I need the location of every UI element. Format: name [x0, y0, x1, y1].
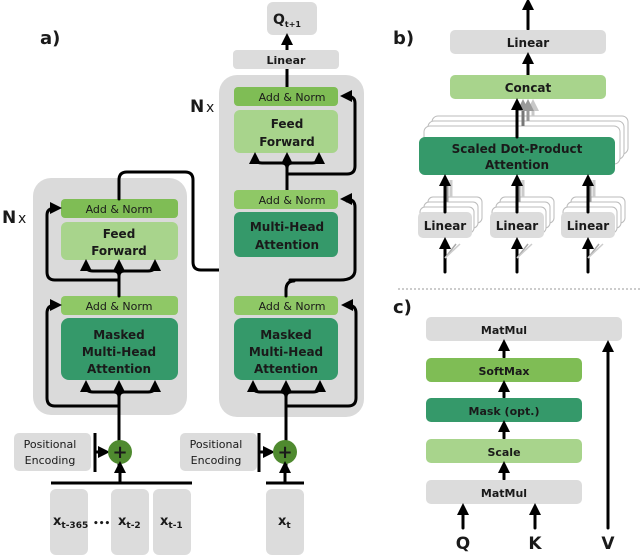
encoder-add-norm-bottom-label: Add & Norm [86, 300, 153, 313]
b-attention-line1: Scaled Dot-Product [452, 142, 583, 156]
panel-c: c) MatMul SoftMax Mask (opt.) Scale MatM… [393, 297, 622, 554]
decoder-repeat-n: N [190, 97, 204, 117]
encoder-pe-line1: Positional [24, 438, 77, 451]
decoder-add-norm-3-label: Add & Norm [259, 300, 326, 313]
c-input-q: Q [456, 534, 470, 554]
c-scale-label: Scale [487, 446, 520, 459]
c-mask-label: Mask (opt.) [469, 405, 540, 418]
panel-b: b) Linear Concat Scaled Dot-Product Atte… [393, 0, 629, 274]
encoder-repeat-x: x [18, 211, 26, 227]
b-linear-stack-3: Linear [561, 174, 626, 274]
encoder-mha-line3: Attention [87, 362, 151, 376]
encoder-mha-line1: Masked [93, 328, 145, 342]
decoder-stack: N x Qt+1 Linear Add & Norm Feed Forward … [180, 2, 364, 555]
b-attention-line2: Attention [485, 158, 549, 172]
b-linear-stack-1: Linear [418, 174, 483, 274]
decoder-ff-line2: Forward [259, 135, 315, 149]
c-matmul-bottom-label: MatMul [481, 487, 527, 500]
panel-c-label: c) [393, 297, 412, 318]
encoder-mha-line2: Multi-Head [82, 345, 156, 359]
transformer-diagram: a) N x Add & Norm Feed Forward Add & Nor… [2, 0, 640, 555]
encoder-ff-line1: Feed [103, 227, 136, 241]
encoder-pe-line2: Encoding [25, 454, 76, 467]
b-linear-2-label: Linear [496, 219, 539, 233]
decoder-attn-line1: Multi-Head [250, 220, 324, 234]
c-input-k: K [528, 534, 542, 554]
b-linear-stack-2: Linear [490, 174, 555, 274]
decoder-mha-line3: Attention [254, 362, 318, 376]
b-linear-top-label: Linear [507, 36, 550, 50]
c-matmul-top-label: MatMul [481, 324, 527, 337]
decoder-repeat-x: x [206, 100, 214, 116]
decoder-mha-line1: Masked [260, 328, 312, 342]
decoder-linear-label: Linear [267, 54, 306, 67]
b-linear-3-label: Linear [567, 219, 610, 233]
encoder-add-norm-top-label: Add & Norm [86, 203, 153, 216]
decoder-attn-line2: Attention [255, 238, 319, 252]
panel-b-label: b) [393, 28, 414, 49]
encoder-ff-line2: Forward [91, 244, 147, 258]
decoder-add-norm-1-label: Add & Norm [259, 91, 326, 104]
encoder-repeat-n: N [2, 208, 16, 228]
b-linear-1-label: Linear [424, 219, 467, 233]
plus-icon: + [112, 442, 127, 463]
c-softmax-label: SoftMax [479, 365, 530, 378]
decoder-pe-line1: Positional [190, 438, 243, 451]
decoder-add-norm-2-label: Add & Norm [259, 194, 326, 207]
plus-icon: + [277, 442, 292, 463]
input-ellipsis: ••• [93, 519, 110, 529]
panel-a-label: a) [40, 28, 60, 49]
decoder-ff-line1: Feed [271, 117, 304, 131]
decoder-pe-line2: Encoding [191, 454, 242, 467]
c-input-v: V [601, 534, 615, 554]
decoder-mha-line2: Multi-Head [249, 345, 323, 359]
b-concat-label: Concat [505, 81, 552, 95]
